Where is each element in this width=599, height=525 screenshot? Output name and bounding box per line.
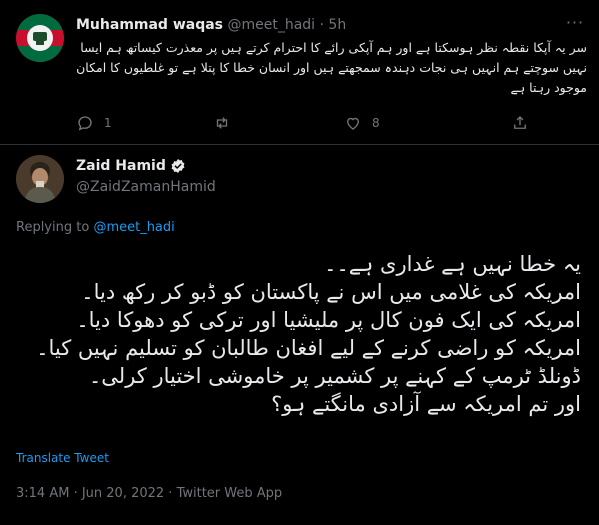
- like-count: 8: [372, 116, 380, 130]
- reply-tweet[interactable]: Muhammad waqas @meet_hadi · 5h ··· سر یہ…: [0, 0, 599, 145]
- share-icon: [514, 116, 526, 129]
- display-name-row: Zaid Hamid: [76, 158, 186, 174]
- reply-header: Muhammad waqas @meet_hadi · 5h: [76, 17, 346, 33]
- tweet-text: سر یہ آپکا نقطہ نظر ہوسکتا ہے اور ہم آپک…: [76, 40, 587, 95]
- share-button[interactable]: [511, 114, 529, 132]
- reply-button[interactable]: 1: [76, 114, 112, 132]
- tweet-actions: 1 8: [76, 114, 536, 134]
- display-name[interactable]: Zaid Hamid: [76, 158, 166, 174]
- reply-count: 1: [104, 116, 112, 130]
- retweet-button[interactable]: [213, 114, 241, 132]
- replying-to: Replying to @meet_hadi: [16, 220, 175, 235]
- handle[interactable]: @ZaidZamanHamid: [76, 179, 216, 195]
- heart-icon: [347, 117, 359, 130]
- display-name[interactable]: Muhammad waqas: [76, 17, 223, 33]
- replying-to-link[interactable]: @meet_hadi: [93, 220, 174, 235]
- tweet-text-line: امریکہ کی غلامی میں اس نے پاکستان کو ڈبو…: [81, 280, 581, 304]
- separator: ·: [319, 17, 324, 33]
- translate-tweet-link[interactable]: Translate Tweet: [16, 451, 109, 465]
- tweet-metadata[interactable]: 3:14 AM · Jun 20, 2022 · Twitter Web App: [16, 486, 282, 501]
- avatar[interactable]: [16, 14, 64, 62]
- tweet-text-line: امریکہ کی ایک فون کال پر ملیشیا اور ترکی…: [76, 308, 581, 332]
- tweet-text-line: امریکہ کو راضی کرنے کے لیے افغان طالبان …: [36, 336, 581, 360]
- more-options-icon[interactable]: ···: [563, 13, 587, 33]
- main-tweet: Zaid Hamid @ZaidZamanHamid Replying to @…: [0, 145, 599, 525]
- verified-badge-icon: [171, 159, 185, 173]
- replying-prefix: Replying to: [16, 220, 90, 235]
- tweet-text: یہ خطا نہیں ہے غداری ہے۔۔ امریکہ کی غلام…: [16, 250, 581, 418]
- tweet-text-line: اور تم امریکہ سے آزادی مانگتے ہو؟: [271, 392, 581, 416]
- tweet-text-line: یہ خطا نہیں ہے غداری ہے۔۔: [324, 252, 581, 276]
- avatar[interactable]: [16, 155, 64, 203]
- timestamp[interactable]: 5h: [328, 17, 346, 33]
- handle[interactable]: @meet_hadi: [227, 17, 315, 33]
- tweet-thread: Muhammad waqas @meet_hadi · 5h ··· سر یہ…: [0, 0, 599, 525]
- retweet-icon: [216, 117, 228, 129]
- tweet-text-line: ڈونلڈ ٹرمپ کے کہنے پر کشمیر پر خاموشی اخ…: [89, 364, 581, 388]
- reply-icon: [78, 116, 92, 131]
- like-button[interactable]: 8: [344, 114, 380, 132]
